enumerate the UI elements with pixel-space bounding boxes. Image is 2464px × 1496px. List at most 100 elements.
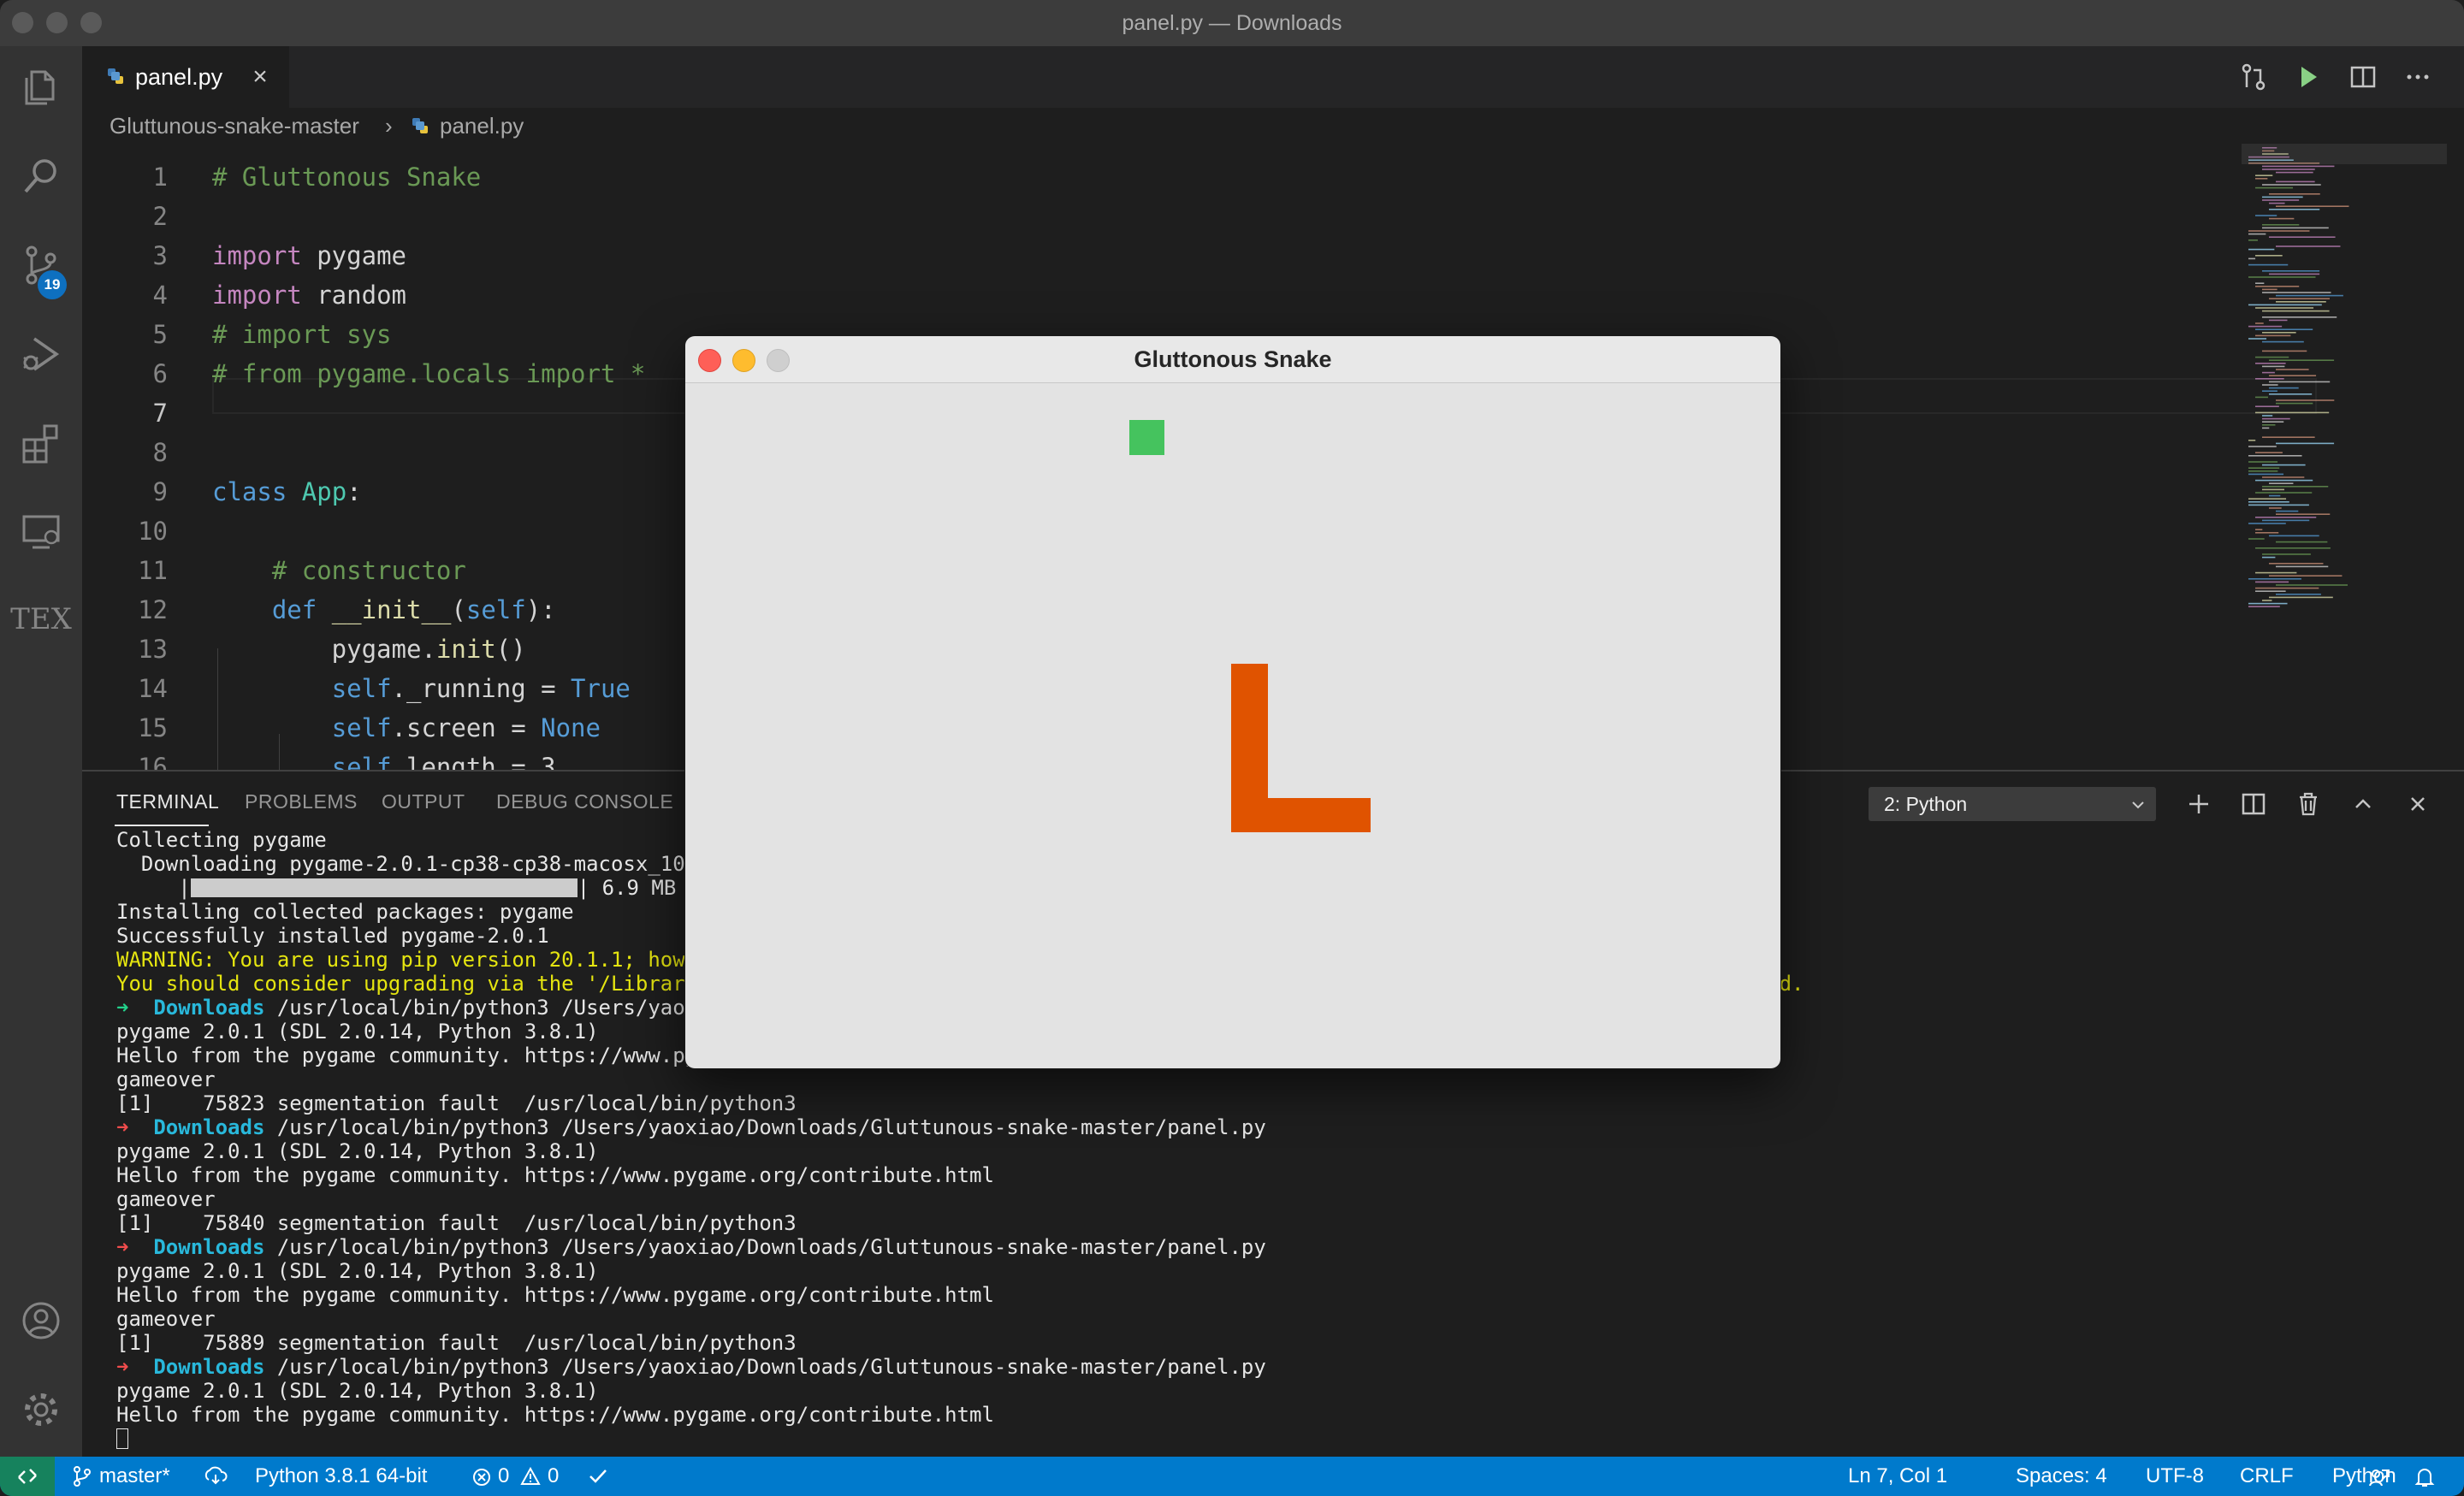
minimap-line	[2276, 510, 2299, 512]
editor-tab-bar: panel.py ×	[82, 46, 2464, 108]
line-number: 1	[152, 163, 168, 192]
minimap-line	[2269, 319, 2288, 322]
breadcrumb-file[interactable]: panel.py	[440, 108, 524, 144]
minimap-line	[2255, 532, 2279, 534]
search-icon	[24, 159, 56, 193]
minimap-line	[2262, 556, 2276, 559]
close-panel-icon[interactable]	[2402, 789, 2433, 819]
minimap-line	[2248, 461, 2278, 463]
indentation[interactable]: Spaces: 4	[2016, 1457, 2107, 1496]
close-tab-icon[interactable]: ×	[246, 63, 274, 91]
encoding[interactable]: UTF-8	[2146, 1457, 2204, 1496]
minimap-line	[2255, 587, 2319, 589]
panel-tab-problems[interactable]: PROBLEMS	[245, 790, 358, 813]
manage-button[interactable]	[0, 1369, 82, 1451]
warning-count[interactable]: 0	[548, 1457, 559, 1496]
feedback-icon[interactable]	[2368, 1467, 2390, 1487]
minimap[interactable]	[2242, 144, 2447, 623]
source-control-button[interactable]: 19	[0, 224, 82, 306]
panel-tab-terminal[interactable]: TERMINAL	[116, 790, 219, 813]
code-line: # import sys	[212, 320, 392, 349]
active-tab-indicator	[115, 825, 209, 826]
terminal-text: ➜	[116, 996, 154, 1020]
terminal-text: Installing collected packages: pygame	[116, 900, 574, 924]
code-token: pygame	[301, 241, 406, 270]
sync-icon[interactable]	[204, 1466, 228, 1487]
terminal-text: [1] 75889 segmentation fault /usr/local/…	[116, 1331, 797, 1355]
code-token: None	[541, 713, 601, 742]
minimap-line	[2269, 359, 2335, 361]
panel-tab-debug-console[interactable]: DEBUG CONSOLE	[496, 790, 673, 813]
minimap-line	[2255, 581, 2289, 583]
more-actions-icon[interactable]	[2402, 62, 2433, 92]
pygame-window[interactable]: Gluttonous Snake	[684, 335, 1781, 1069]
run-file-icon[interactable]	[2293, 62, 2324, 92]
terminal-line: ➜ Downloads /usr/local/bin/python3 /User…	[116, 1235, 1266, 1259]
accounts-button[interactable]	[0, 1280, 82, 1362]
minimap-line	[2269, 298, 2330, 299]
minimap-slider[interactable]	[2242, 144, 2447, 164]
run-debug-button[interactable]	[0, 313, 82, 395]
terminal-text: |	[116, 876, 191, 900]
minimap-line	[2248, 523, 2286, 524]
minimap-line	[2262, 288, 2277, 291]
split-terminal-icon[interactable]	[2238, 789, 2269, 819]
minimap-line	[2248, 606, 2280, 607]
code-line: self._running = True	[212, 674, 631, 703]
check-icon[interactable]	[589, 1468, 607, 1485]
minimap-line	[2262, 371, 2275, 374]
panel-tab-output[interactable]: OUTPUT	[382, 790, 465, 813]
terminal-text: Downloads	[153, 1355, 265, 1379]
bell-icon[interactable]	[2414, 1466, 2435, 1488]
minimap-line	[2262, 553, 2311, 555]
minimap-line	[2262, 196, 2303, 198]
remote-indicator[interactable]	[0, 1457, 55, 1496]
terminal-text: gameover	[116, 1187, 216, 1211]
search-button[interactable]	[0, 135, 82, 217]
tex-button[interactable]: TEX	[0, 578, 82, 660]
tab-panel-py[interactable]: panel.py ×	[82, 46, 289, 108]
terminal-text: Downloading pygame-2.0.1-cp38-cp38-macos…	[116, 852, 710, 876]
minimap-line	[2269, 387, 2299, 389]
extensions-button[interactable]	[0, 402, 82, 484]
terminal-select-value: 2: Python	[1884, 793, 1968, 815]
trash-icon[interactable]	[2293, 789, 2324, 819]
breadcrumb-folder[interactable]: Gluttunous-snake-master	[110, 108, 359, 144]
git-branch[interactable]: master*	[99, 1457, 170, 1496]
chevron-up-icon[interactable]	[2348, 789, 2378, 819]
cursor-position[interactable]: Ln 7, Col 1	[1848, 1457, 1947, 1496]
line-ending[interactable]: CRLF	[2240, 1457, 2294, 1496]
minimap-line	[2262, 424, 2276, 426]
minimap-line	[2262, 436, 2315, 438]
minimap-line	[2276, 513, 2331, 515]
open-changes-icon[interactable]	[2238, 62, 2269, 92]
minimap-line	[2255, 356, 2289, 358]
remote-explorer-icon	[22, 515, 60, 549]
minimap-line	[2248, 338, 2267, 340]
explorer-button[interactable]	[0, 46, 82, 128]
minimap-line	[2262, 427, 2270, 429]
minimap-line	[2255, 178, 2268, 180]
minimap-line	[2269, 596, 2333, 599]
python-interpreter[interactable]: Python 3.8.1 64-bit	[255, 1457, 427, 1496]
minimap-line	[2248, 455, 2302, 457]
error-count[interactable]: 0	[498, 1457, 509, 1496]
remote-explorer-button[interactable]	[0, 491, 82, 573]
minimap-line	[2269, 236, 2336, 238]
code-token: import	[212, 281, 302, 310]
download-progress-bar	[190, 878, 578, 897]
minimap-line	[2276, 205, 2349, 207]
new-terminal-icon[interactable]	[2183, 789, 2214, 819]
minimap-line	[2255, 174, 2273, 176]
split-editor-icon[interactable]	[2348, 62, 2378, 92]
minimap-line	[2262, 270, 2320, 272]
minimap-line	[2276, 565, 2329, 568]
terminal-select[interactable]: 2: Python	[1869, 787, 2156, 821]
minimap-line	[2262, 227, 2329, 229]
chevron-right-icon: ›	[385, 113, 393, 139]
line-number: 2	[152, 202, 168, 231]
minimap-line	[2248, 239, 2258, 241]
game-canvas[interactable]	[685, 383, 1780, 1068]
